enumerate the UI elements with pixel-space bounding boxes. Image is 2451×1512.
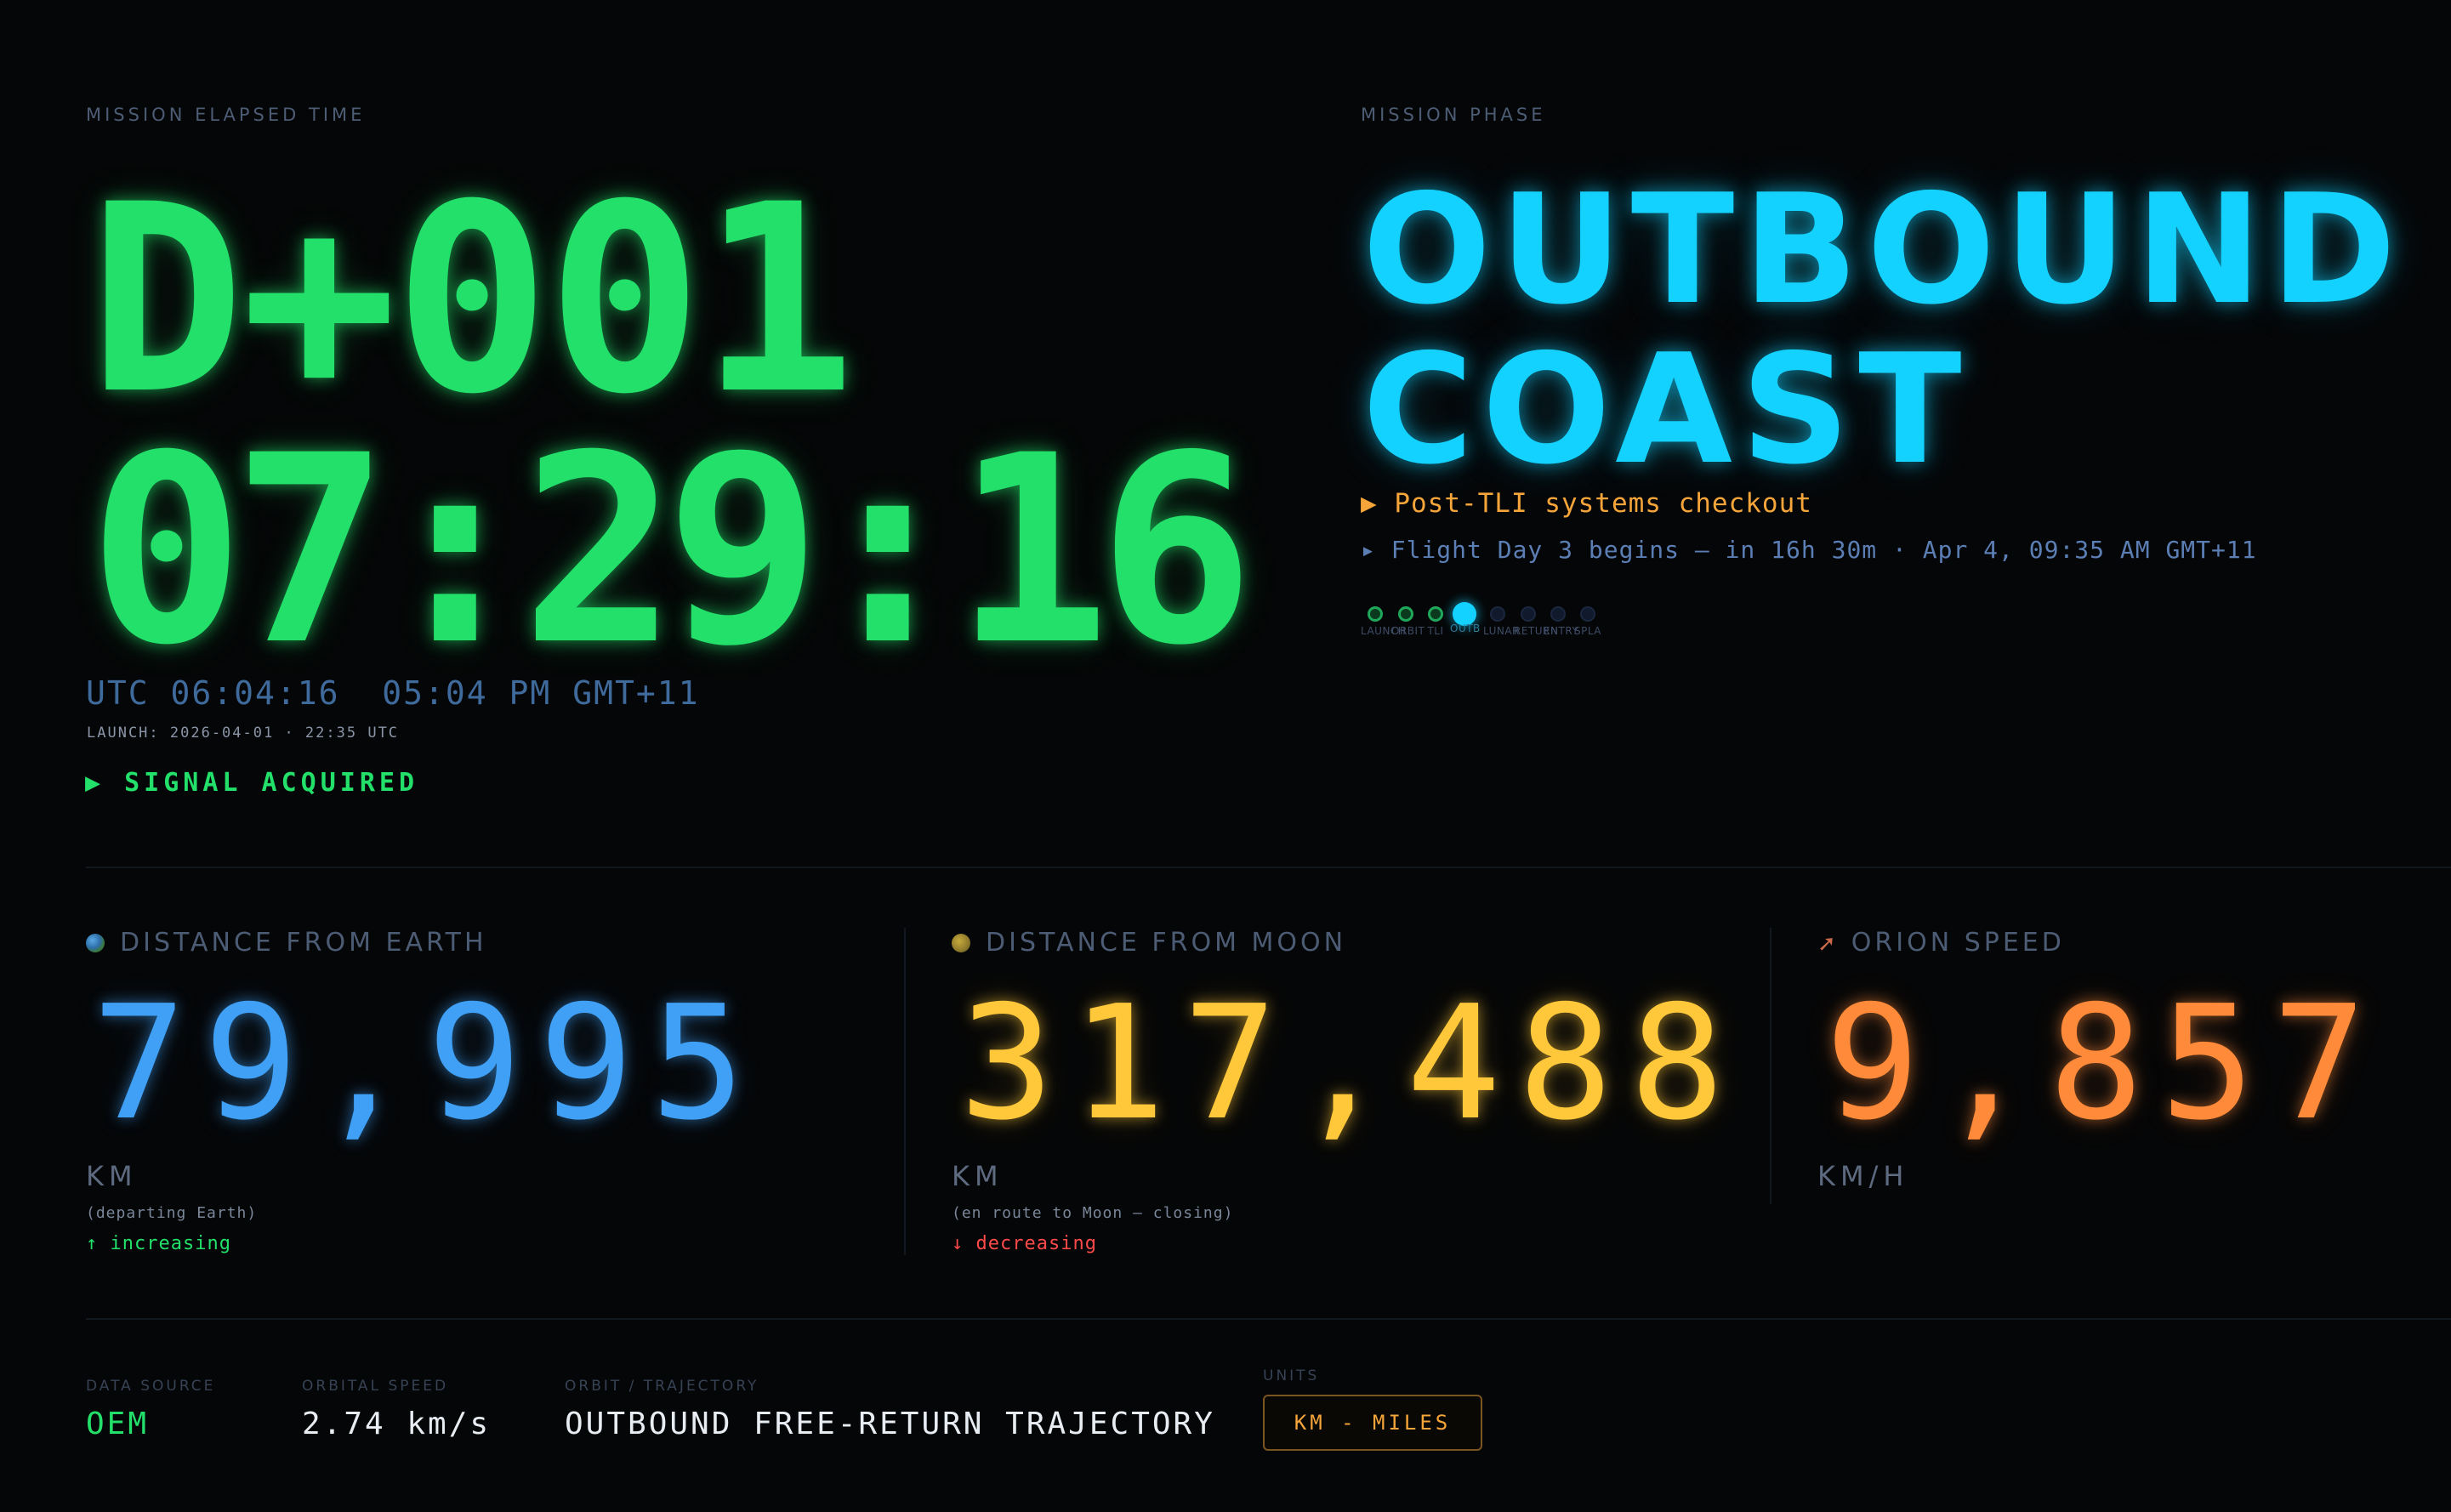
units-toggle-button[interactable]: KM - MILES [1263, 1395, 1482, 1451]
moon-distance-label-text: DISTANCE FROM MOON [986, 928, 1347, 958]
timeline-dot [1490, 606, 1505, 622]
timeline-step[interactable]: OUTB [1450, 602, 1481, 634]
timeline-dot [1580, 606, 1595, 622]
rocket-icon: ➚ [1817, 931, 1840, 957]
orion-speed-label: ➚ ORION SPEED [1817, 928, 2065, 958]
timeline-dot [1398, 606, 1413, 622]
signal-status: ▶ SIGNAL ACQUIRED [85, 768, 419, 798]
earth-distance-label: DISTANCE FROM EARTH [86, 928, 487, 958]
earth-distance-unit: KM [86, 1160, 138, 1192]
earth-icon [86, 934, 105, 952]
moon-icon [952, 934, 970, 952]
footer-divider [86, 1318, 2451, 1320]
timeline-step[interactable]: LAUNCH [1361, 605, 1407, 637]
timeline-step[interactable]: LUNAR [1483, 605, 1520, 637]
timeline-dot [1368, 606, 1383, 622]
trajectory-label: ORBIT / TRAJECTORY [565, 1378, 759, 1395]
met-label: MISSION ELAPSED TIME [86, 105, 366, 125]
moon-distance-label: DISTANCE FROM MOON [952, 928, 1346, 958]
moon-distance-value: 317,488 [959, 971, 1742, 1155]
data-source-value: OEM [86, 1407, 150, 1441]
timeline-label: ENTRY [1544, 625, 1579, 637]
timeline-label: RETURN [1514, 625, 1559, 637]
earth-distance-note: (departing Earth) [86, 1204, 258, 1222]
timeline-label: OUTB [1450, 622, 1481, 634]
timeline-label: LAUNCH [1361, 625, 1407, 637]
phase-timeline: LAUNCH ORBIT TLI OUTB LUNAR RETURN ENTRY… [1361, 602, 1650, 645]
stat-divider [904, 928, 906, 1255]
phase-activity: ▶ Post-TLI systems checkout [1361, 488, 1812, 519]
moon-distance-trend: ↓ decreasing [952, 1233, 1097, 1254]
orbital-speed-value: 2.74 km/s [302, 1407, 492, 1441]
timeline-dot [1428, 606, 1443, 622]
earth-distance-label-text: DISTANCE FROM EARTH [120, 928, 487, 958]
phase-label: MISSION PHASE [1361, 105, 1546, 125]
timeline-step[interactable]: ENTRY [1544, 605, 1579, 637]
timeline-label: TLI [1427, 625, 1444, 637]
met-clock: 07:29:16 [88, 400, 1254, 702]
data-source-label: DATA SOURCE [86, 1378, 216, 1395]
timeline-label: ORBIT [1391, 625, 1425, 637]
earth-distance-value: 79,995 [92, 971, 763, 1155]
utc-time: UTC 06:04:16 05:04 PM GMT+11 [86, 674, 700, 712]
orbital-speed-label: ORBITAL SPEED [302, 1378, 449, 1395]
timeline-dot [1550, 606, 1566, 622]
timeline-step[interactable]: TLI [1421, 605, 1450, 637]
timeline-step[interactable]: RETURN [1514, 605, 1559, 637]
moon-distance-note: (en route to Moon — closing) [952, 1204, 1234, 1222]
orion-speed-value: 9,857 [1825, 971, 2384, 1155]
earth-distance-trend: ↑ increasing [86, 1233, 231, 1254]
units-label: UNITS [1263, 1367, 1320, 1384]
timeline-step[interactable]: SPLA [1573, 605, 1602, 637]
stat-divider [1770, 928, 1771, 1204]
launch-time: LAUNCH: 2026-04-01 · 22:35 UTC [87, 725, 400, 742]
phase-name-line1: OUTBOUND [1362, 162, 2405, 338]
section-divider [86, 867, 2451, 868]
orion-speed-label-text: ORION SPEED [1851, 928, 2065, 958]
timeline-label: SPLA [1573, 625, 1602, 637]
met-day: D+001 [88, 149, 856, 451]
moon-distance-unit: KM [952, 1160, 1004, 1192]
timeline-label: LUNAR [1483, 625, 1520, 637]
timeline-dot [1521, 606, 1536, 622]
orion-speed-unit: KM/H [1817, 1160, 1909, 1192]
timeline-step[interactable]: ORBIT [1391, 605, 1425, 637]
phase-name-line2: COAST [1362, 321, 1970, 497]
next-event: ▸ Flight Day 3 begins — in 16h 30m · Apr… [1361, 536, 2257, 564]
trajectory-value: OUTBOUND FREE-RETURN TRAJECTORY [565, 1407, 1215, 1441]
